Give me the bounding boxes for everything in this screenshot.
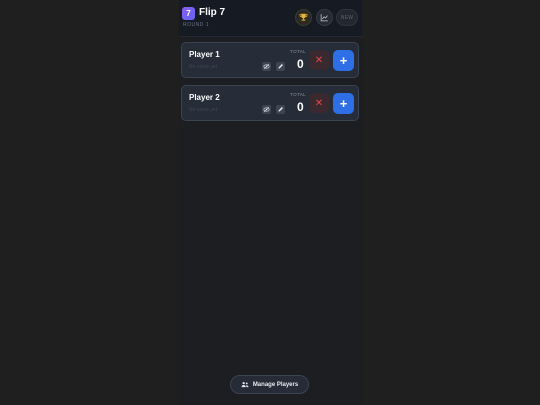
edit-button[interactable] — [276, 105, 285, 114]
total-label: TOTAL — [290, 49, 307, 54]
top-bar: 7 Flip 7 ROUND 1 NEW — [179, 0, 362, 37]
pencil-icon — [278, 64, 283, 69]
eye-off-icon — [263, 106, 270, 113]
total-score: 0 — [297, 100, 304, 114]
player-name: Player 1 — [189, 50, 220, 59]
stats-button[interactable] — [316, 9, 333, 26]
edit-button[interactable] — [276, 62, 285, 71]
app-title: Flip 7 — [199, 7, 226, 18]
hide-button[interactable] — [262, 105, 271, 114]
users-icon — [241, 382, 249, 388]
bust-button[interactable]: ✕ — [309, 93, 329, 113]
total-label: TOTAL — [290, 92, 307, 97]
new-game-button[interactable]: NEW — [336, 9, 358, 26]
hide-button[interactable] — [262, 62, 271, 71]
manage-players-label: Manage Players — [252, 381, 299, 388]
bust-button[interactable]: ✕ — [309, 50, 329, 70]
app-logo: 7 — [182, 7, 195, 20]
player-cards-status: No cards yet — [189, 64, 218, 70]
player-card: Player 1 No cards yet TOTAL 0 ✕ + — [181, 42, 359, 78]
total-score: 0 — [297, 57, 304, 71]
player-name: Player 2 — [189, 93, 220, 102]
app-container: 7 Flip 7 ROUND 1 NEW Player 1 No cards y… — [179, 0, 362, 405]
add-cards-button[interactable]: + — [333, 93, 354, 114]
chart-icon — [320, 14, 328, 22]
eye-off-icon — [263, 63, 270, 70]
pencil-icon — [278, 107, 283, 112]
player-card: Player 2 No cards yet TOTAL 0 ✕ + — [181, 85, 359, 121]
leaderboard-button[interactable] — [295, 9, 312, 26]
round-label: ROUND 1 — [183, 22, 210, 28]
player-cards-status: No cards yet — [189, 107, 218, 113]
manage-players-button[interactable]: Manage Players — [230, 375, 309, 394]
trophy-icon — [299, 13, 308, 21]
add-cards-button[interactable]: + — [333, 50, 354, 71]
